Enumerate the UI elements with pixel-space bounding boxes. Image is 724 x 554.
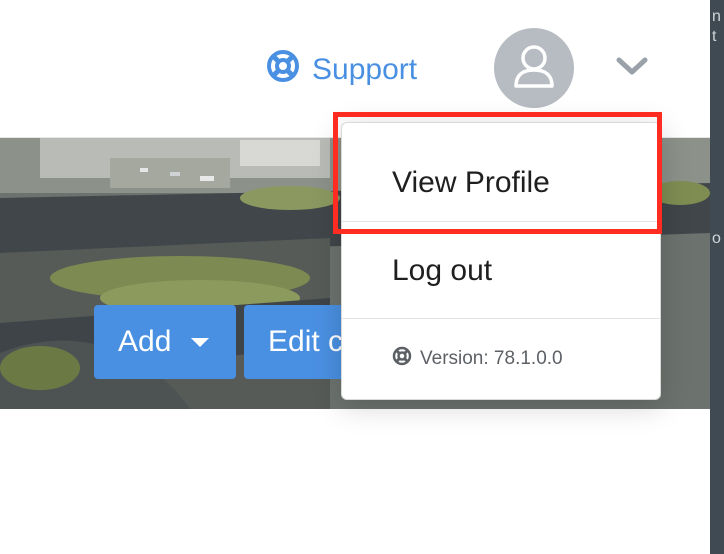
support-label: Support [312, 53, 418, 86]
chevron-down-icon [615, 55, 649, 82]
version-label: Version: 78.1.0.0 [420, 348, 563, 369]
highlight-box [333, 112, 662, 234]
version-info: Version: 78.1.0.0 [392, 344, 563, 374]
background-window-edge: n t o [710, 0, 724, 554]
lifebuoy-icon [392, 346, 412, 372]
user-menu-toggle[interactable] [612, 52, 652, 84]
user-icon [508, 40, 560, 97]
user-avatar[interactable] [494, 28, 574, 108]
log-out-menu-item[interactable]: Log out [342, 241, 660, 301]
add-button-label: Add [118, 325, 172, 358]
menu-divider [342, 318, 660, 319]
lifebuoy-icon [266, 49, 300, 91]
add-button[interactable]: Add [94, 305, 236, 379]
caret-down-icon [191, 337, 210, 347]
support-link[interactable]: Support [266, 50, 417, 90]
edit-button-label: Edit c [268, 325, 344, 358]
